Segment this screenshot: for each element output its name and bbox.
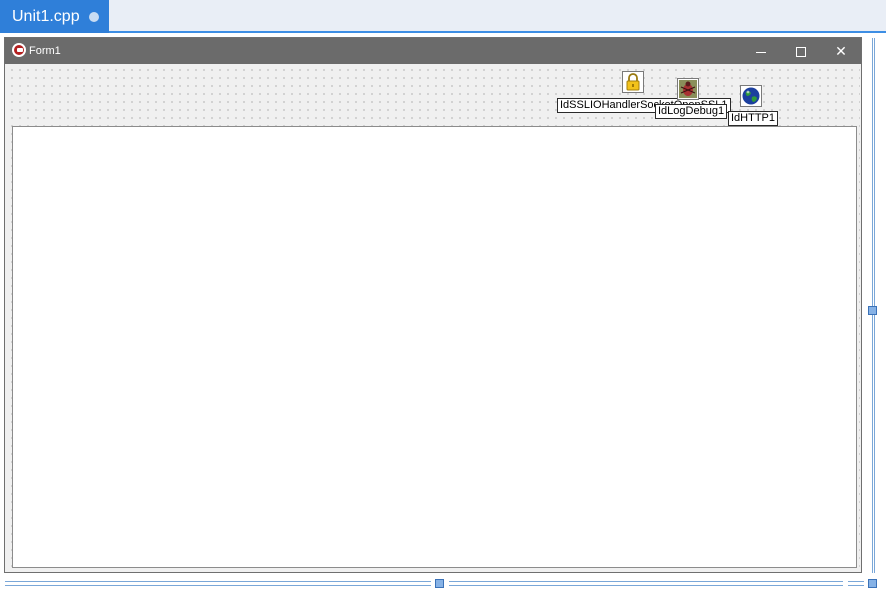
component-label-idlogdebug: IdLogDebug1 [655,104,728,119]
form-bottom-edge-guide-left-2 [5,585,431,586]
component-label-idhttp: IdHTTP1 [728,111,779,126]
close-button[interactable]: ✕ [821,38,861,64]
maximize-button[interactable] [781,38,821,64]
tab-unit1-cpp[interactable]: Unit1.cpp [0,0,109,33]
padlock-icon [626,73,640,91]
form-bottom-edge-guide-right-2 [449,585,843,586]
maximize-icon [796,47,806,58]
component-idlogdebug[interactable] [677,78,699,100]
form-bottom-edge-guide-corner-2 [848,585,864,586]
form-title: Form1 [29,45,61,57]
component-idsslio-handler[interactable] [622,71,644,93]
form-bottom-edge-guide-corner [848,581,864,582]
modified-dot-icon [89,12,99,22]
resize-handle-bottom[interactable] [435,579,444,588]
resize-handle-right[interactable] [868,306,877,315]
form-client-grid[interactable]: IdSSLIOHandlerSocketOpenSSL1 IdLogDebug1… [6,64,860,572]
component-idhttp[interactable] [740,85,762,107]
minimize-icon [756,51,766,53]
form-bottom-edge-guide-left [5,581,431,582]
form-bottom-edge-guide-right [449,581,843,582]
minimize-button[interactable] [741,38,781,64]
close-icon: ✕ [835,43,847,59]
bug-icon [679,80,697,98]
globe-icon [742,87,760,105]
resize-handle-bottom-right[interactable] [868,579,877,588]
form-titlebar[interactable]: Form1 ✕ [5,38,861,64]
tab-label: Unit1.cpp [12,8,80,25]
form-window[interactable]: Form1 ✕ IdSSLIOHandlerSocketOpenSSL1 IdL… [4,37,862,573]
cpp-builder-app-icon [12,43,26,57]
memo-control[interactable] [12,126,857,568]
editor-tab-strip: Unit1.cpp [0,0,886,33]
